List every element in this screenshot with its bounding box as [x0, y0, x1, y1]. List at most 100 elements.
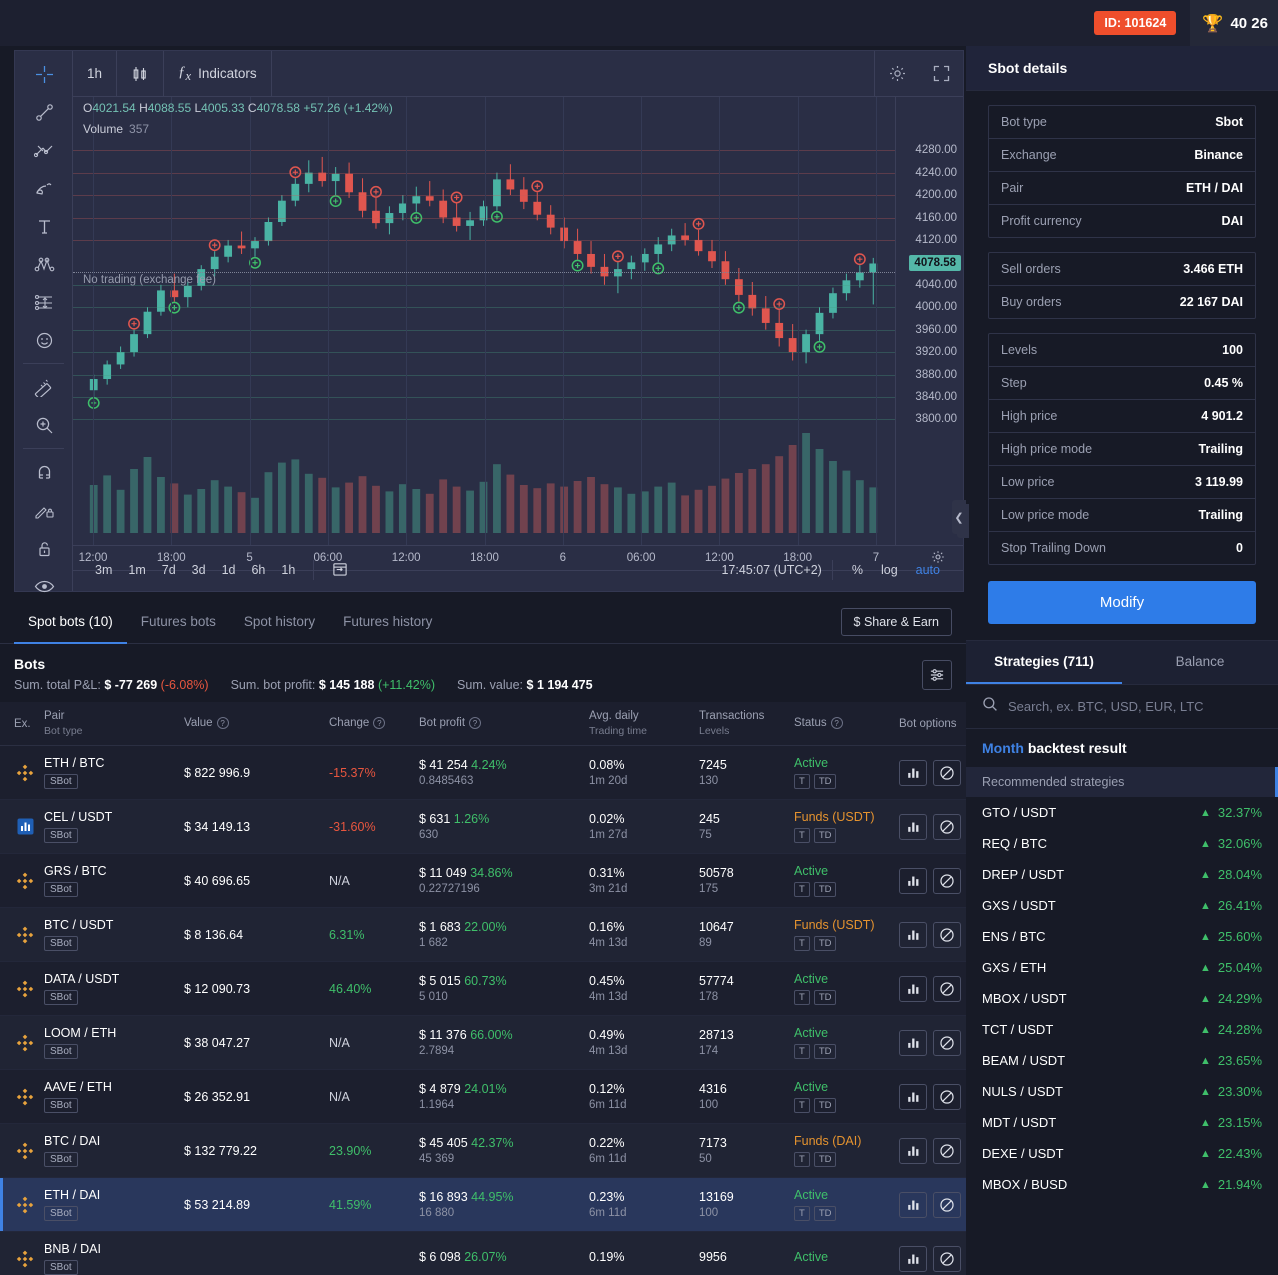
table-row[interactable]: DATA / USDT SBot $ 12 090.73 46.40% $ 5 015 … [0, 961, 966, 1016]
stats-chart-icon[interactable] [899, 975, 927, 1002]
crosshair-tool-icon[interactable] [15, 55, 73, 93]
column-header[interactable]: Ex. [0, 702, 40, 746]
fib-retracement-tool-icon[interactable] [15, 131, 73, 169]
interval-selector[interactable]: 1h [73, 50, 118, 97]
column-header[interactable]: Transactions Levels [695, 702, 790, 746]
modify-button[interactable]: Modify [988, 581, 1256, 624]
unlock-icon[interactable] [15, 529, 73, 567]
column-header[interactable]: Bot options [895, 702, 966, 746]
column-header[interactable]: Change? [325, 702, 415, 746]
search-input[interactable] [1008, 699, 1262, 714]
table-row[interactable]: ETH / DAI SBot $ 53 214.89 41.59% $ 16 893 4… [0, 1177, 966, 1232]
stop-bot-icon[interactable] [933, 1083, 961, 1110]
stats-chart-icon[interactable] [899, 1029, 927, 1056]
list-item[interactable]: ENS / BTC ▲ 25.60% [966, 921, 1278, 952]
timeframe-button[interactable]: 3d [184, 559, 214, 581]
trend-line-tool-icon[interactable] [15, 93, 73, 131]
help-icon[interactable]: ? [216, 717, 229, 730]
help-icon[interactable]: ? [830, 717, 843, 730]
magnet-tool-icon[interactable] [15, 453, 73, 491]
table-row[interactable]: CEL / USDT SBot $ 34 149.13 -31.60% $ 631 1.… [0, 799, 966, 854]
timeframe-button[interactable]: 3m [87, 559, 120, 581]
column-header[interactable]: Avg. daily Trading time [585, 702, 695, 746]
stats-chart-icon[interactable] [899, 921, 927, 948]
bots-tab[interactable]: Futures bots [127, 600, 230, 644]
pair-cell[interactable]: CEL / USDT SBot [40, 799, 180, 854]
right-panel-tab[interactable]: Balance [1122, 641, 1278, 684]
gear-icon[interactable] [875, 51, 919, 97]
brush-tool-icon[interactable] [15, 169, 73, 207]
list-item[interactable]: DEXE / USDT ▲ 22.43% [966, 1138, 1278, 1169]
pair-cell[interactable]: BTC / USDT SBot [40, 907, 180, 962]
list-item[interactable]: GTO / USDT ▲ 32.37% [966, 797, 1278, 828]
table-row[interactable]: BTC / DAI SBot $ 132 779.22 23.90% $ 45 405 … [0, 1123, 966, 1178]
list-item[interactable]: NULS / USDT ▲ 23.30% [966, 1076, 1278, 1107]
list-item[interactable]: BEAM / USDT ▲ 23.65% [966, 1045, 1278, 1076]
stop-bot-icon[interactable] [933, 1191, 961, 1218]
pair-cell[interactable]: ETH / BTC SBot [40, 745, 180, 800]
pattern-tool-icon[interactable] [15, 245, 73, 283]
stop-bot-icon[interactable] [933, 813, 961, 840]
column-header[interactable]: Pair Bot type [40, 702, 180, 746]
user-id-badge[interactable]: ID: 101624 [1094, 11, 1177, 35]
timeframe-button[interactable]: 1d [214, 559, 244, 581]
pair-cell[interactable]: DATA / USDT SBot [40, 961, 180, 1016]
stop-bot-icon[interactable] [933, 975, 961, 1002]
pair-cell[interactable]: ETH / DAI SBot [40, 1177, 180, 1232]
column-header[interactable]: Bot profit? [415, 702, 585, 746]
stats-chart-icon[interactable] [899, 759, 927, 786]
list-item[interactable]: MBOX / BUSD ▲ 21.94% [966, 1169, 1278, 1200]
scale-log-button[interactable]: log [872, 559, 907, 581]
emoji-tool-icon[interactable] [15, 321, 73, 359]
timeframe-button[interactable]: 1h [273, 559, 303, 581]
timeframe-button[interactable]: 1m [120, 559, 153, 581]
list-item[interactable]: MDT / USDT ▲ 23.15% [966, 1107, 1278, 1138]
stop-bot-icon[interactable] [933, 921, 961, 948]
stats-chart-icon[interactable] [899, 1191, 927, 1218]
stats-chart-icon[interactable] [899, 867, 927, 894]
stats-chart-icon[interactable] [899, 1137, 927, 1164]
candlestick-style-icon[interactable] [117, 50, 165, 97]
list-item[interactable]: GXS / USDT ▲ 26.41% [966, 890, 1278, 921]
zoom-in-tool-icon[interactable] [15, 406, 73, 444]
stop-bot-icon[interactable] [933, 1137, 961, 1164]
table-row[interactable]: LOOM / ETH SBot $ 38 047.27 N/A $ 11 376 66.… [0, 1015, 966, 1070]
text-tool-icon[interactable] [15, 207, 73, 245]
candlestick-plot[interactable]: O4021.54 H4088.55 L4005.33 C4078.58 +57.… [73, 97, 895, 545]
stop-bot-icon[interactable] [933, 1029, 961, 1056]
share-and-earn-button[interactable]: $ Share & Earn [840, 607, 952, 636]
list-item[interactable]: GXS / ETH ▲ 25.04% [966, 952, 1278, 983]
column-header[interactable]: Status? [790, 702, 895, 746]
timeframe-button[interactable]: 6h [243, 559, 273, 581]
scale-percent-button[interactable]: % [843, 559, 872, 581]
strategy-search-row[interactable] [966, 685, 1278, 729]
pair-cell[interactable]: BNB / DAI SBot [40, 1231, 180, 1275]
column-header[interactable]: Value? [180, 702, 325, 746]
lock-drawings-icon[interactable] [15, 491, 73, 529]
forecast-tool-icon[interactable] [15, 283, 73, 321]
bots-tab[interactable]: Futures history [329, 600, 446, 644]
table-row[interactable]: AAVE / ETH SBot $ 26 352.91 N/A $ 4 879 24.0… [0, 1069, 966, 1124]
stats-chart-icon[interactable] [899, 1083, 927, 1110]
bots-tab[interactable]: Spot bots (10) [14, 600, 127, 644]
list-item[interactable]: REQ / BTC ▲ 32.06% [966, 828, 1278, 859]
timeframe-button[interactable]: 7d [154, 559, 184, 581]
stats-chart-icon[interactable] [899, 1245, 927, 1272]
stop-bot-icon[interactable] [933, 867, 961, 894]
filter-settings-icon[interactable] [922, 660, 952, 690]
fullscreen-icon[interactable] [919, 51, 963, 97]
pair-cell[interactable]: LOOM / ETH SBot [40, 1015, 180, 1070]
list-item[interactable]: TCT / USDT ▲ 24.28% [966, 1014, 1278, 1045]
date-range-icon[interactable] [324, 557, 356, 584]
indicators-button[interactable]: ƒx Indicators [164, 50, 272, 97]
pair-cell[interactable]: GRS / BTC SBot [40, 853, 180, 908]
chart-canvas[interactable]: O4021.54 H4088.55 L4005.33 C4078.58 +57.… [73, 97, 963, 545]
price-axis[interactable]: 4280.00 4240.00 4200.00 4160.00 4120.00 4040.… [895, 97, 963, 545]
bots-tab[interactable]: Spot history [230, 600, 329, 644]
help-icon[interactable]: ? [469, 717, 482, 730]
table-row[interactable]: BNB / DAI SBot $ 6 098 26.07% 0.19% 9956 Acti… [0, 1231, 966, 1275]
chart-collapse-handle[interactable]: ❮ [952, 500, 966, 534]
pair-cell[interactable]: AAVE / ETH SBot [40, 1069, 180, 1124]
rewards-box[interactable]: 🏆 40 26 [1190, 0, 1278, 46]
stop-bot-icon[interactable] [933, 1245, 961, 1272]
